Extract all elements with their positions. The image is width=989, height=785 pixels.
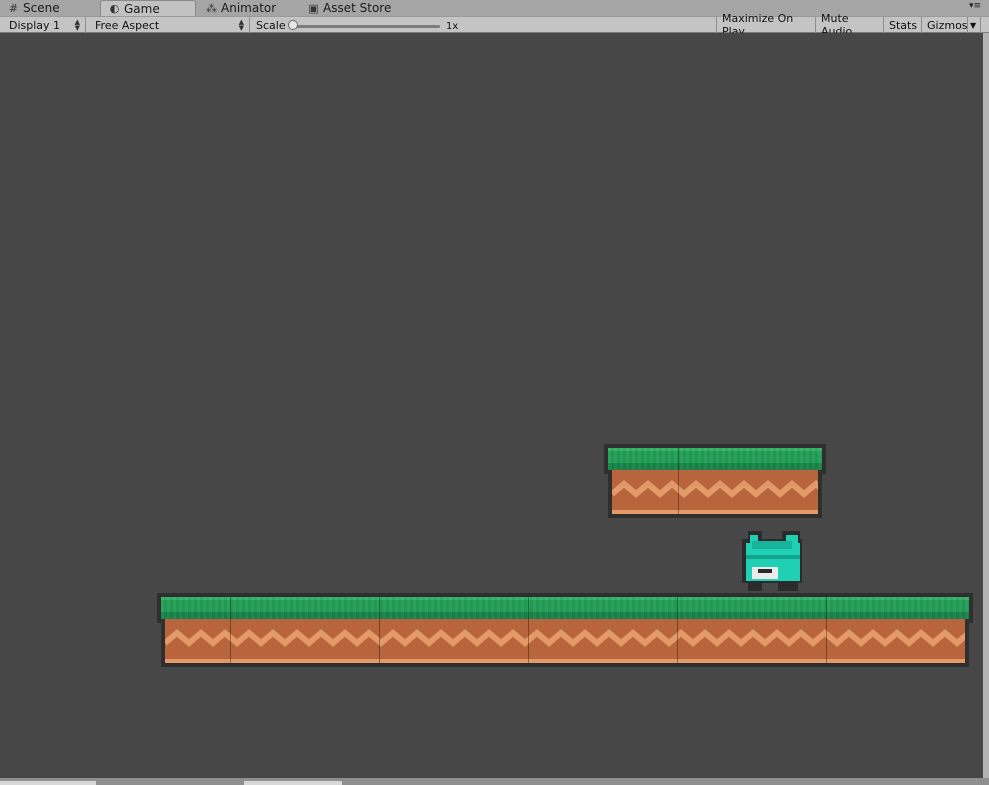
tab-game[interactable]: ◐ Game <box>100 0 196 16</box>
chevron-down-icon: ▼ <box>970 20 977 30</box>
scale-value: 1x <box>446 20 459 32</box>
stats-toggle[interactable]: Stats <box>884 17 922 33</box>
grass-top <box>161 597 969 619</box>
dirt-block <box>165 619 965 663</box>
tab-game-label: Game <box>124 1 160 16</box>
scale-label: Scale <box>251 17 291 33</box>
display-dropdown-value: Display 1 <box>9 18 61 32</box>
pacman-icon: ◐ <box>109 2 120 15</box>
tab-menu-icon[interactable]: ▾≡ <box>969 2 981 11</box>
updown-arrows-icon: ▲ ▼ <box>238 18 244 32</box>
tab-animator[interactable]: ⁂ Animator <box>198 0 298 16</box>
bottom-tab[interactable] <box>0 781 96 785</box>
dirt-block <box>612 470 818 514</box>
game-view-toolbar: Display 1 ▲ ▼ Free Aspect ▲ ▼ Scale 1x Max… <box>0 12 989 38</box>
scale-slider-track[interactable] <box>296 25 440 28</box>
gizmos-label: Gizmos <box>927 18 968 32</box>
game-viewport[interactable] <box>0 33 983 778</box>
aspect-dropdown[interactable]: Free Aspect ▲ ▼ <box>90 17 250 33</box>
maximize-on-play-toggle[interactable]: Maximize On Play <box>716 12 816 38</box>
grass-top <box>608 448 822 470</box>
aspect-dropdown-value: Free Aspect <box>95 18 160 32</box>
tab-scene-label: Scene <box>23 1 60 15</box>
mute-audio-toggle[interactable]: Mute Audio <box>816 12 884 38</box>
player-character <box>738 529 804 593</box>
grid-icon: # <box>8 1 19 15</box>
bottom-panel-strip <box>0 778 989 785</box>
floating-platform <box>604 444 826 518</box>
scale-label-text: Scale <box>256 18 286 32</box>
updown-arrows-icon: ▲ ▼ <box>74 18 80 32</box>
vertical-scrollbar[interactable] <box>983 33 989 778</box>
store-bag-icon: ▣ <box>308 1 319 15</box>
animator-icon: ⁂ <box>206 1 217 15</box>
bottom-tab[interactable] <box>244 781 342 785</box>
ground-platform <box>157 593 973 667</box>
gizmos-toggle[interactable]: Gizmos <box>922 17 968 33</box>
gizmos-dropdown-arrow[interactable]: ▼ <box>967 17 981 33</box>
tab-asset-store-label: Asset Store <box>323 1 392 15</box>
scale-slider-thumb[interactable] <box>288 20 298 30</box>
display-dropdown[interactable]: Display 1 ▲ ▼ <box>4 17 86 33</box>
tab-asset-store[interactable]: ▣ Asset Store <box>300 0 410 16</box>
tab-scene[interactable]: # Scene <box>0 0 96 16</box>
stats-label: Stats <box>889 18 918 32</box>
tab-animator-label: Animator <box>221 1 277 15</box>
